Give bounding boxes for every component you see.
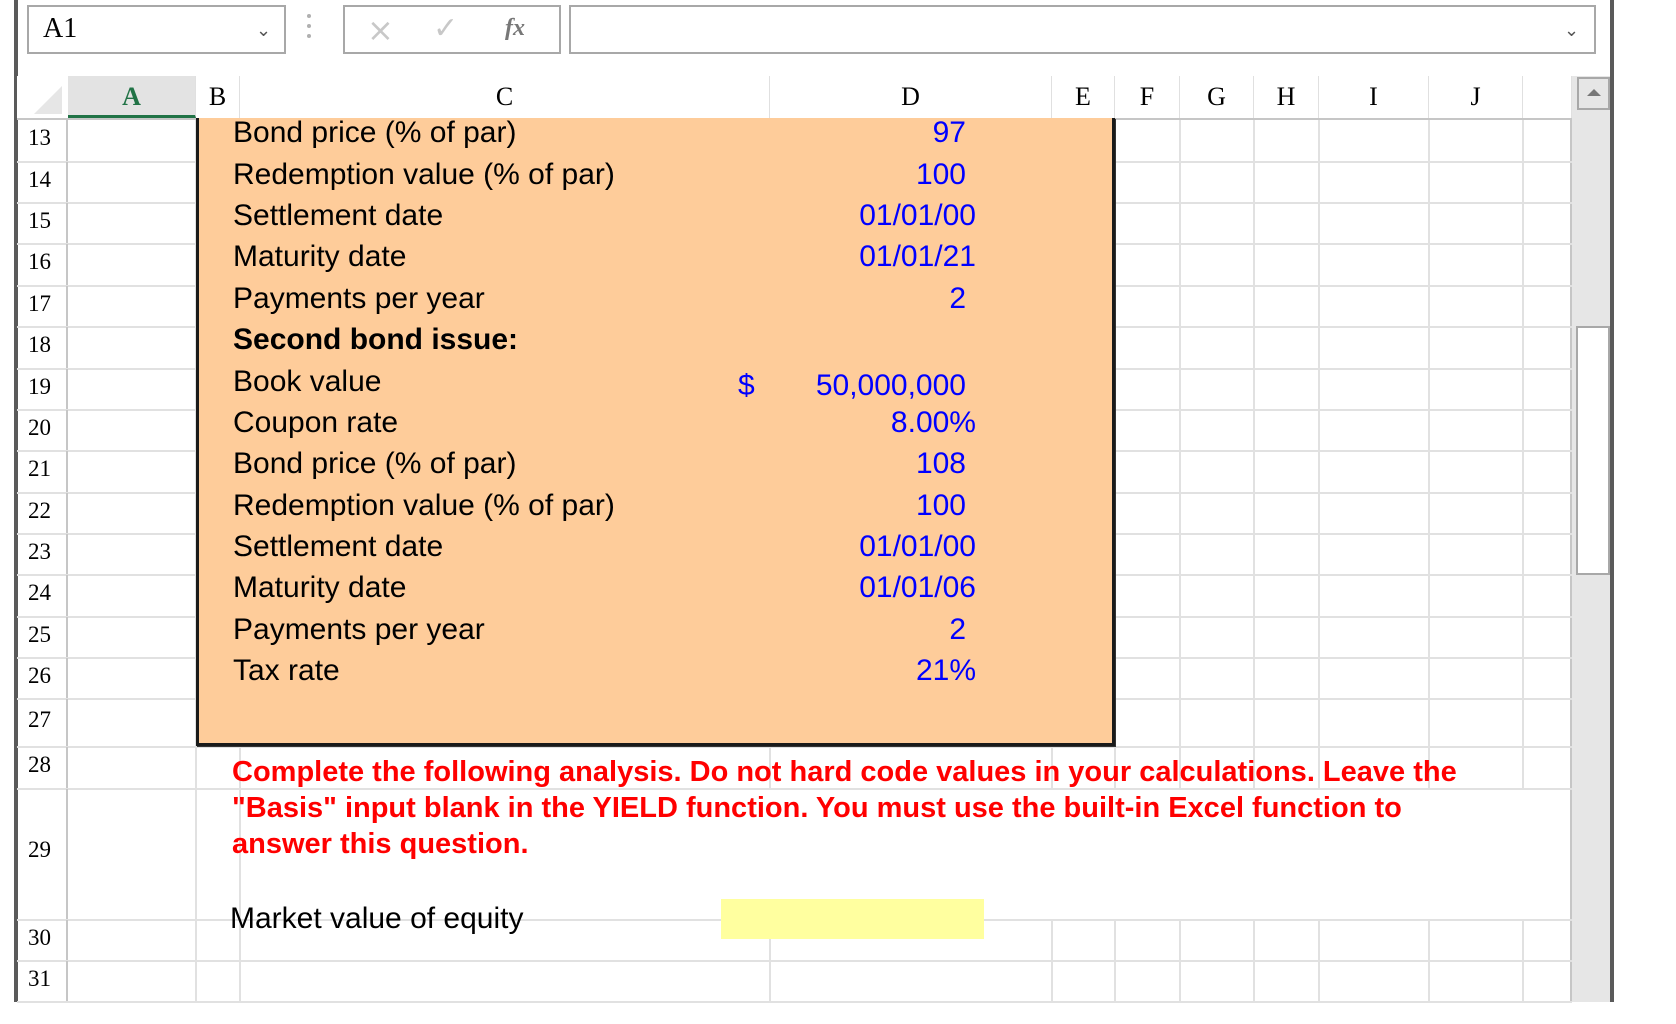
row-gridline: [17, 1001, 1572, 1003]
column-header-e[interactable]: E: [1052, 76, 1115, 118]
column-header-h[interactable]: H: [1254, 76, 1319, 118]
market-value-of-equity-label: Market value of equity: [230, 902, 524, 935]
input-value[interactable]: 01/01/00: [859, 199, 976, 233]
insert-function-icon[interactable]: fx: [505, 15, 525, 42]
window-right-border: [1610, 0, 1614, 1002]
column-gridline: [1114, 920, 1116, 1002]
row-header-25[interactable]: 25: [17, 617, 68, 658]
input-value[interactable]: 100: [916, 489, 966, 523]
column-gridline: [1428, 920, 1430, 1002]
row-header-13[interactable]: 13: [17, 120, 68, 162]
column-header-g[interactable]: G: [1180, 76, 1254, 118]
row-header-18[interactable]: 18: [17, 327, 68, 369]
row-gridline: [17, 960, 1572, 962]
cancel-icon[interactable]: ×: [367, 11, 394, 49]
row-header-24[interactable]: 24: [17, 575, 68, 617]
input-value[interactable]: 01/01/21: [859, 240, 976, 274]
row-gridline: [17, 746, 1572, 748]
select-all-triangle-icon: [34, 86, 62, 114]
row-header-23[interactable]: 23: [17, 534, 68, 575]
column-gridline: [1318, 920, 1320, 1002]
column-gridline: [1179, 920, 1181, 1002]
input-label: Settlement date: [233, 530, 444, 563]
name-box-value: A1: [43, 13, 78, 44]
input-value[interactable]: 108: [916, 447, 966, 481]
drag-handle-icon[interactable]: [307, 14, 311, 44]
input-value[interactable]: 21%: [916, 654, 976, 688]
bond-input-box: Bond price (% of par) 97 Redemption value …: [196, 116, 1115, 746]
row-header-22[interactable]: 22: [17, 493, 68, 534]
input-value[interactable]: 100: [916, 158, 966, 192]
column-header-d[interactable]: D: [770, 76, 1052, 118]
row-header-26[interactable]: 26: [17, 658, 68, 699]
row-header-30[interactable]: 30: [17, 920, 68, 961]
row-header-29[interactable]: 29: [17, 789, 68, 920]
row-header-31[interactable]: 31: [17, 961, 68, 1002]
column-gridline: [1522, 120, 1524, 789]
column-gridline: [1253, 920, 1255, 1002]
input-label: Redemption value (% of par): [233, 489, 615, 522]
formula-input[interactable]: ⌄: [569, 5, 1596, 54]
row-header-28[interactable]: 28: [17, 747, 68, 789]
row-header-19[interactable]: 19: [17, 369, 68, 410]
row-header-16[interactable]: 16: [17, 244, 68, 286]
column-header-i[interactable]: I: [1319, 76, 1429, 118]
input-label: Tax rate: [233, 654, 340, 687]
row-header-20[interactable]: 20: [17, 410, 68, 451]
expand-formula-icon[interactable]: ⌄: [1564, 20, 1579, 41]
row-header-27[interactable]: 27: [17, 699, 68, 747]
row-header-15[interactable]: 15: [17, 203, 68, 244]
input-value[interactable]: 01/01/06: [859, 571, 976, 605]
input-label: Book value: [233, 365, 382, 398]
input-label: Redemption value (% of par): [233, 158, 615, 191]
column-gridline: [1318, 120, 1320, 789]
formula-buttons: × ✓ fx: [343, 5, 561, 54]
name-box[interactable]: A1 ⌄: [27, 5, 286, 54]
row-header-14[interactable]: 14: [17, 162, 68, 203]
input-value[interactable]: 8.00%: [891, 406, 976, 440]
column-gridline: [1522, 920, 1524, 1002]
input-label: Payments per year: [233, 282, 485, 315]
column-header-a[interactable]: A: [68, 76, 196, 118]
column-gridline: [1179, 120, 1181, 789]
column-header-j[interactable]: J: [1429, 76, 1523, 118]
input-value[interactable]: 50,000,000: [816, 369, 966, 403]
instructions-text: Complete the following analysis. Do not …: [232, 756, 1457, 860]
scroll-thumb[interactable]: [1576, 326, 1610, 575]
column-gridline: [1051, 920, 1053, 1002]
market-value-of-equity-input[interactable]: [721, 899, 984, 939]
input-value[interactable]: 01/01/00: [859, 530, 976, 564]
column-header-b[interactable]: B: [196, 76, 240, 118]
input-label: Second bond issue:: [233, 323, 519, 356]
checkmark-icon[interactable]: ✓: [433, 11, 458, 46]
scroll-up-button[interactable]: [1577, 77, 1610, 110]
input-value[interactable]: 2: [949, 282, 966, 316]
input-label: Bond price (% of par): [233, 447, 517, 480]
select-all-button[interactable]: [17, 76, 68, 118]
vertical-scrollbar[interactable]: [1572, 76, 1610, 1002]
input-label: Maturity date: [233, 240, 407, 273]
input-label: Payments per year: [233, 613, 485, 646]
input-label: Coupon rate: [233, 406, 399, 439]
column-header-k[interactable]: [1523, 76, 1572, 118]
column-gridline: [1253, 120, 1255, 789]
column-header-f[interactable]: F: [1115, 76, 1180, 118]
row-header-21[interactable]: 21: [17, 451, 68, 493]
column-header: ABCDEFGHIJ: [17, 76, 1572, 118]
row-header-17[interactable]: 17: [17, 286, 68, 327]
input-label: Maturity date: [233, 571, 407, 604]
input-label: Bond price (% of par): [233, 116, 517, 149]
currency-symbol: $: [738, 369, 755, 402]
arrow-up-icon: [1587, 89, 1601, 96]
column-gridline: [1428, 120, 1430, 789]
input-label: Settlement date: [233, 199, 444, 232]
column-header-c[interactable]: C: [240, 76, 770, 118]
input-value[interactable]: 2: [949, 613, 966, 647]
chevron-down-icon[interactable]: ⌄: [256, 20, 271, 41]
input-value[interactable]: 97: [933, 116, 966, 150]
